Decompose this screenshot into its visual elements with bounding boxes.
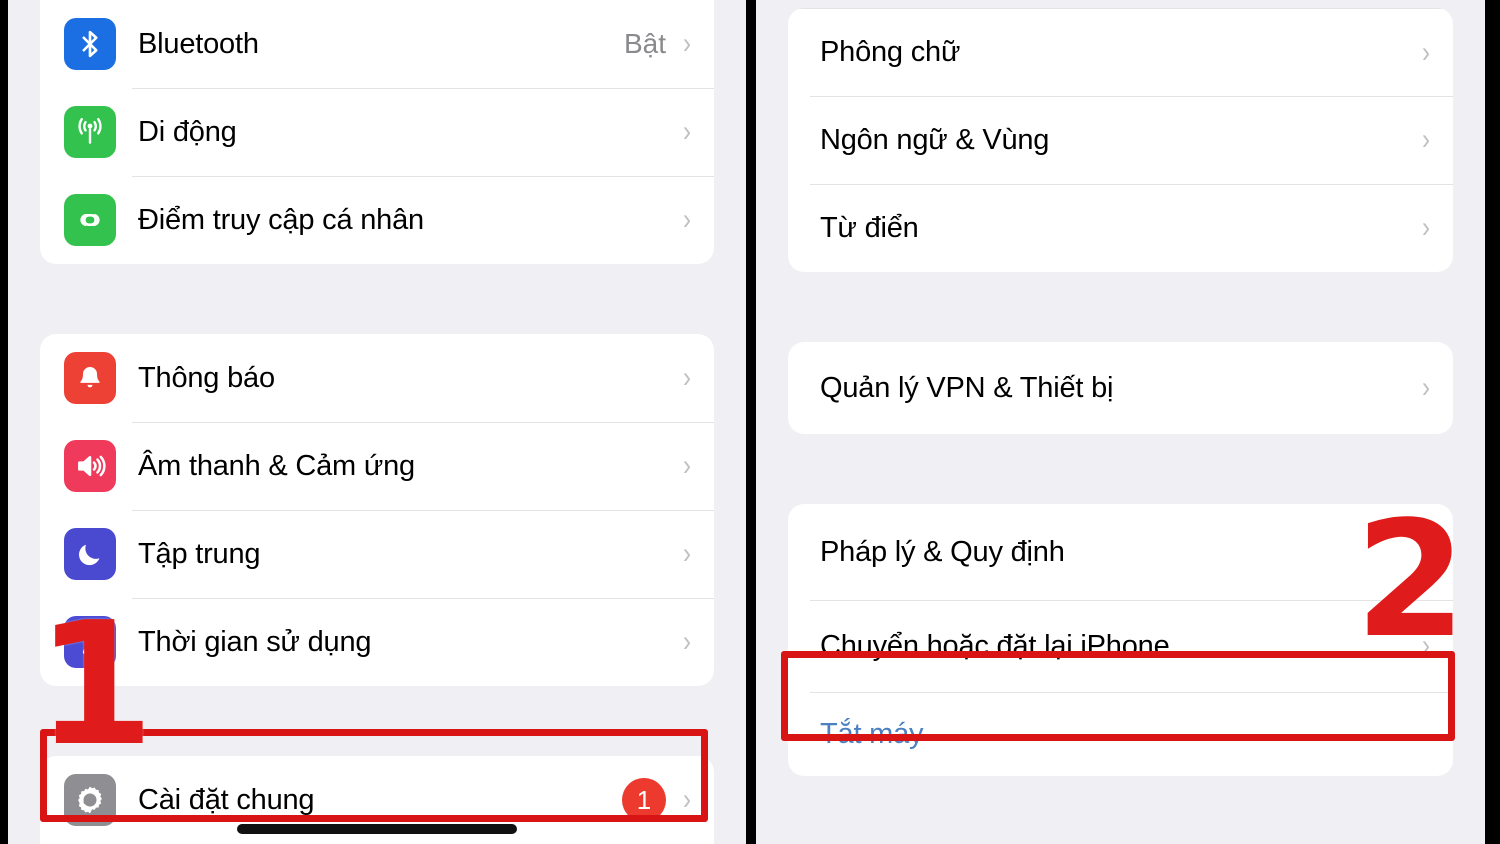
row-trailing: ›: [682, 117, 692, 147]
chevron-right-icon: ›: [1422, 35, 1430, 69]
settings-group-vpn: Quản lý VPN & Thiết bị ›: [788, 342, 1453, 434]
chevron-right-icon: ›: [683, 449, 691, 482]
settings-row-label: Bluetooth: [138, 27, 259, 60]
row-trailing: ›: [1421, 213, 1431, 243]
right-phone-panel: Phông chữ › Ngôn ngữ & Vùng › Từ điển ›: [756, 0, 1485, 844]
settings-row-label: Quản lý VPN & Thiết bị: [820, 371, 1114, 404]
row-trailing: ›: [682, 539, 692, 569]
settings-row-dictionary[interactable]: Từ điển ›: [788, 184, 1453, 272]
chevron-right-icon: ›: [683, 115, 691, 148]
frame-edge-left: [0, 0, 8, 844]
settings-row-label: Từ điển: [820, 211, 919, 244]
home-indicator: [237, 824, 517, 834]
speaker-icon: [64, 440, 116, 492]
chevron-right-icon: ›: [1422, 371, 1430, 404]
settings-group-connectivity: Bluetooth Bật › Di động › Điểm truy cập …: [40, 0, 714, 264]
row-trailing: ›: [1421, 35, 1431, 69]
row-trailing: 1 ›: [622, 778, 692, 822]
row-trailing: ›: [682, 627, 692, 657]
settings-row-transfer-reset-iphone[interactable]: Chuyển hoặc đặt lại iPhone ›: [788, 600, 1453, 692]
chevron-right-icon: ›: [1422, 123, 1430, 156]
bell-icon: [64, 352, 116, 404]
settings-row-focus[interactable]: Tập trung ›: [40, 510, 714, 598]
chevron-right-icon: ›: [683, 537, 691, 570]
settings-row-personal-hotspot[interactable]: Điểm truy cập cá nhân ›: [40, 176, 714, 264]
panel-divider: [746, 0, 756, 844]
bluetooth-status-value: Bật: [623, 28, 666, 59]
settings-row-cellular[interactable]: Di động ›: [40, 88, 714, 176]
settings-row-label: Cài đặt chung: [138, 783, 315, 816]
settings-row-label: Điểm truy cập cá nhân: [138, 203, 424, 236]
row-trailing: ›: [1421, 125, 1431, 155]
status-badge: 1: [622, 778, 666, 822]
settings-row-label: Âm thanh & Cảm ứng: [138, 449, 415, 482]
settings-row-label: Thời gian sử dụng: [138, 625, 372, 658]
frame-edge-right: [1485, 0, 1500, 844]
settings-row-bluetooth[interactable]: Bluetooth Bật ›: [40, 0, 714, 88]
chevron-right-icon: ›: [683, 361, 691, 394]
settings-row-language-region[interactable]: Ngôn ngữ & Vùng ›: [788, 96, 1453, 184]
chevron-right-icon: ›: [1422, 211, 1430, 244]
annotation-step-2: 2: [1355, 486, 1467, 673]
settings-row-label: Tắt máy: [820, 717, 924, 750]
moon-icon: [64, 528, 116, 580]
screenshot-stage: Bluetooth Bật › Di động › Điểm truy cập …: [0, 0, 1500, 844]
chevron-right-icon: ›: [683, 625, 691, 658]
top-spacer: [756, 0, 1485, 8]
chevron-right-icon: ›: [683, 783, 691, 816]
cellular-icon: [64, 106, 116, 158]
settings-row-font[interactable]: Phông chữ ›: [788, 8, 1453, 96]
settings-row-label: Phông chữ: [820, 36, 961, 68]
row-trailing: ›: [682, 363, 692, 393]
settings-row-vpn-device-management[interactable]: Quản lý VPN & Thiết bị ›: [788, 342, 1453, 434]
settings-row-label: Di động: [138, 115, 237, 148]
row-trailing: ›: [682, 451, 692, 481]
row-trailing: ›: [682, 205, 692, 235]
settings-row-label: Ngôn ngữ & Vùng: [820, 123, 1050, 156]
settings-group-language: Phông chữ › Ngôn ngữ & Vùng › Từ điển ›: [788, 8, 1453, 272]
personal-hotspot-icon: [64, 194, 116, 246]
settings-group-legal-reset: Pháp lý & Quy định Chuyển hoặc đặt lại i…: [788, 504, 1453, 776]
annotation-step-1: 1: [36, 586, 155, 784]
settings-row-sounds-haptics[interactable]: Âm thanh & Cảm ứng ›: [40, 422, 714, 510]
settings-row-label: Chuyển hoặc đặt lại iPhone: [820, 629, 1170, 662]
settings-row-shut-down[interactable]: Tắt máy: [788, 692, 1453, 776]
row-trailing: Bật ›: [624, 28, 692, 60]
settings-row-legal-regulatory[interactable]: Pháp lý & Quy định: [788, 504, 1453, 600]
row-trailing: ›: [1421, 373, 1431, 403]
chevron-right-icon: ›: [683, 203, 691, 236]
settings-row-notifications[interactable]: Thông báo ›: [40, 334, 714, 422]
settings-row-label: Pháp lý & Quy định: [820, 535, 1065, 568]
settings-row-label: Thông báo: [138, 361, 275, 394]
chevron-right-icon: ›: [683, 27, 691, 60]
settings-row-label: Tập trung: [138, 537, 261, 570]
bluetooth-icon: [64, 18, 116, 70]
